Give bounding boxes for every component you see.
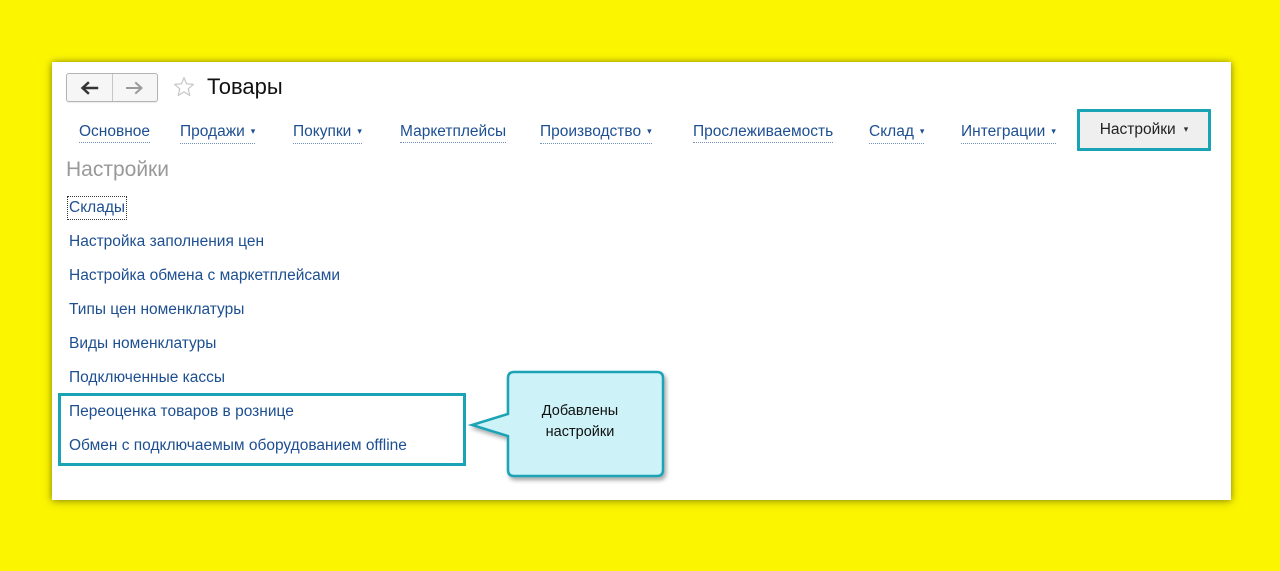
tab-label: Основное xyxy=(79,123,151,140)
tab-label: Интеграции xyxy=(961,123,1046,140)
tab-label: Прослеживаемость xyxy=(693,123,834,140)
chevron-down-icon: ▾ xyxy=(1051,126,1056,136)
arrow-left-icon xyxy=(80,80,99,95)
chevron-down-icon: ▾ xyxy=(919,126,925,136)
arrow-right-icon xyxy=(125,81,143,94)
tab-prodazhi[interactable]: Продажи ▾ xyxy=(180,122,256,144)
link-nomenclature-types[interactable]: Виды номенклатуры xyxy=(69,334,216,354)
tab-label: Склад xyxy=(869,123,914,140)
callout-text: Добавлены настройки xyxy=(505,401,655,443)
link-sklady[interactable]: Склады xyxy=(67,196,127,220)
highlight-box xyxy=(58,393,466,466)
star-icon[interactable] xyxy=(172,75,196,99)
tab-bar: Основное Продажи ▾ Покупки ▾ Маркетплейсы … xyxy=(52,108,1231,154)
callout-line: Добавлены xyxy=(541,403,619,419)
link-marketplace-exchange-settings[interactable]: Настройка обмена с маркетплейсами xyxy=(69,266,340,286)
tab-label: Настройки xyxy=(1099,121,1176,138)
chevron-down-icon: ▾ xyxy=(1183,123,1189,134)
tab-sklad[interactable]: Склад ▾ xyxy=(869,122,925,144)
navigation-buttons xyxy=(66,73,158,102)
page-title: Товары xyxy=(207,74,283,99)
chevron-down-icon: ▾ xyxy=(357,126,362,136)
link-price-types[interactable]: Типы цен номенклатуры xyxy=(69,300,244,320)
tab-label: Продажи xyxy=(180,123,245,140)
tab-proizvodstvo[interactable]: Производство ▾ xyxy=(540,122,652,144)
forward-button[interactable] xyxy=(111,74,158,101)
tab-label: Маркетплейсы xyxy=(400,123,507,140)
callout-line: настройки xyxy=(545,424,615,440)
chevron-down-icon: ▾ xyxy=(647,126,652,136)
section-title: Настройки xyxy=(66,158,169,181)
tab-integratsii[interactable]: Интеграции ▾ xyxy=(961,122,1056,144)
chevron-down-icon: ▾ xyxy=(250,126,256,136)
tab-nastroyki[interactable]: Настройки ▾ xyxy=(1077,109,1211,151)
tab-marketpleysy[interactable]: Маркетплейсы xyxy=(400,122,507,143)
tab-label: Производство xyxy=(540,123,642,140)
link-price-fill-settings[interactable]: Настройка заполнения цен xyxy=(69,232,264,252)
tab-proslezhivaemost[interactable]: Прослеживаемость xyxy=(693,122,834,143)
link-connected-registers[interactable]: Подключенные кассы xyxy=(69,368,225,388)
tab-osnovnoe[interactable]: Основное xyxy=(79,122,151,143)
tab-label: Покупки xyxy=(293,123,352,140)
back-button[interactable] xyxy=(67,74,112,101)
app-window: Товары Основное Продажи ▾ Покупки ▾ Маркет… xyxy=(52,62,1231,500)
tab-pokupki[interactable]: Покупки ▾ xyxy=(293,122,362,144)
